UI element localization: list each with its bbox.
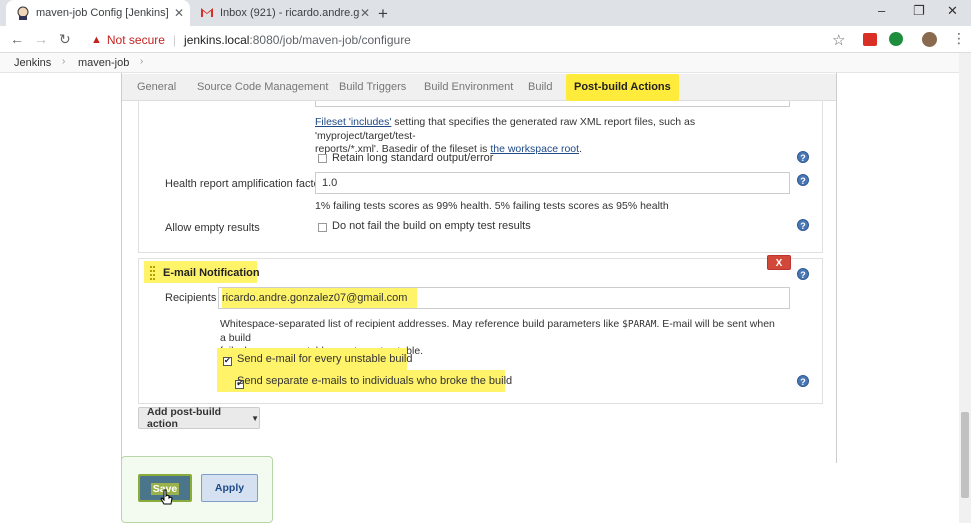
tab-title: Inbox (921) - ricardo.andre.gonz	[220, 7, 360, 19]
browser-tab-jenkins[interactable]: maven-job Config [Jenkins] ✕	[6, 0, 190, 26]
reload-icon[interactable]: ↻	[59, 31, 71, 48]
url-host: jenkins.local	[184, 33, 250, 47]
tab-build-triggers[interactable]: Build Triggers	[339, 74, 406, 101]
minimize-icon[interactable]: –	[878, 3, 885, 18]
allow-empty-label: Allow empty results	[165, 222, 260, 234]
profile-avatar[interactable]	[922, 32, 937, 47]
help-icon[interactable]: ?	[797, 268, 809, 280]
back-icon[interactable]: ←	[10, 31, 24, 47]
extension-icon[interactable]	[863, 33, 877, 46]
jenkins-icon	[16, 6, 30, 20]
health-factor-description: 1% failing tests scores as 99% health. 5…	[315, 200, 669, 212]
extension-badge-icon[interactable]	[889, 32, 903, 46]
fileset-description: Fileset 'includes' setting that specifie…	[315, 116, 785, 157]
url-separator: |	[172, 33, 177, 47]
add-post-build-action-button[interactable]: Add post-build action ▼	[138, 406, 260, 430]
browser-tab-gmail[interactable]: Inbox (921) - ricardo.andre.gonz ✕	[190, 0, 370, 26]
recipients-desc-param: $PARAM	[622, 319, 657, 330]
tab-general[interactable]: General	[137, 74, 176, 101]
allow-empty-checkbox[interactable]	[318, 223, 327, 232]
help-icon[interactable]: ?	[797, 375, 809, 387]
not-secure-label: Not secure	[106, 33, 165, 47]
scrollbar-thumb[interactable]	[961, 412, 969, 498]
close-tab-icon[interactable]: ✕	[174, 6, 184, 20]
help-icon[interactable]: ?	[797, 174, 809, 186]
recipients-input[interactable]: ricardo.andre.gonzalez07@gmail.com	[218, 287, 790, 309]
tab-post-build-actions[interactable]: Post-build Actions	[566, 74, 679, 101]
new-tab-button[interactable]: +	[378, 4, 388, 24]
workspace-root-link[interactable]: the workspace root	[490, 143, 579, 155]
send-unstable-checkbox[interactable]	[223, 356, 232, 366]
send-unstable-label: Send e-mail for every unstable build	[237, 353, 413, 365]
tab-build-environment[interactable]: Build Environment	[424, 74, 513, 101]
tab-build[interactable]: Build	[528, 74, 552, 101]
test-report-xmls-input[interactable]	[315, 101, 790, 107]
menu-kebab-icon[interactable]: ⋮	[952, 30, 966, 47]
retain-output-checkbox[interactable]	[318, 154, 327, 163]
url-text: jenkins.local:8080/job/maven-job/configu…	[184, 33, 411, 47]
retain-output-label: Retain long standard output/error	[332, 152, 494, 164]
breadcrumb-maven-job[interactable]: maven-job	[78, 57, 129, 69]
help-icon[interactable]: ?	[797, 219, 809, 231]
gmail-icon	[200, 6, 214, 20]
recipients-desc-part1: Whitespace-separated list of recipient a…	[220, 318, 623, 330]
allow-empty-checkbox-label: Do not fail the build on empty test resu…	[332, 220, 531, 232]
recipients-value: ricardo.andre.gonzalez07@gmail.com	[222, 288, 418, 308]
add-post-build-action-label: Add post-build action	[147, 406, 222, 430]
not-secure-indicator[interactable]: ▲ Not secure	[91, 33, 165, 47]
help-icon[interactable]: ?	[797, 151, 809, 163]
breadcrumb	[0, 53, 971, 73]
health-factor-input[interactable]: 1.0	[315, 172, 790, 194]
restore-icon[interactable]: ❐	[913, 3, 925, 19]
breadcrumb-jenkins[interactable]: Jenkins	[14, 57, 51, 69]
health-factor-label: Health report amplification factor	[165, 178, 324, 190]
mouse-cursor-icon	[160, 489, 174, 510]
tab-title: maven-job Config [Jenkins]	[36, 7, 169, 19]
forward-icon[interactable]: →	[34, 31, 48, 47]
url-path: :8080/job/maven-job/configure	[249, 33, 411, 47]
tab-source-code-management[interactable]: Source Code Management	[197, 74, 328, 101]
send-separate-label: Send separate e-mails to individuals who…	[237, 375, 513, 387]
drag-handle-icon[interactable]	[150, 266, 155, 280]
close-tab-icon[interactable]: ✕	[360, 6, 370, 20]
chevron-right-icon[interactable]: ›	[140, 56, 143, 67]
fileset-desc-period: .	[579, 143, 582, 155]
close-window-icon[interactable]: ✕	[947, 3, 958, 19]
apply-button[interactable]: Apply	[201, 474, 258, 502]
omnibox[interactable]: ▲ Not secure | jenkins.local:8080/job/ma…	[81, 30, 861, 50]
delete-section-button[interactable]: X	[767, 255, 791, 270]
chevron-right-icon: ›	[62, 56, 66, 67]
recipients-label: Recipients	[165, 292, 217, 304]
bookmark-star-icon[interactable]: ☆	[832, 31, 845, 49]
warning-icon: ▲	[91, 34, 102, 46]
email-notification-title: E-mail Notification	[163, 267, 260, 279]
caret-down-icon: ▼	[251, 413, 259, 423]
fileset-includes-link[interactable]: Fileset 'includes'	[315, 116, 391, 128]
